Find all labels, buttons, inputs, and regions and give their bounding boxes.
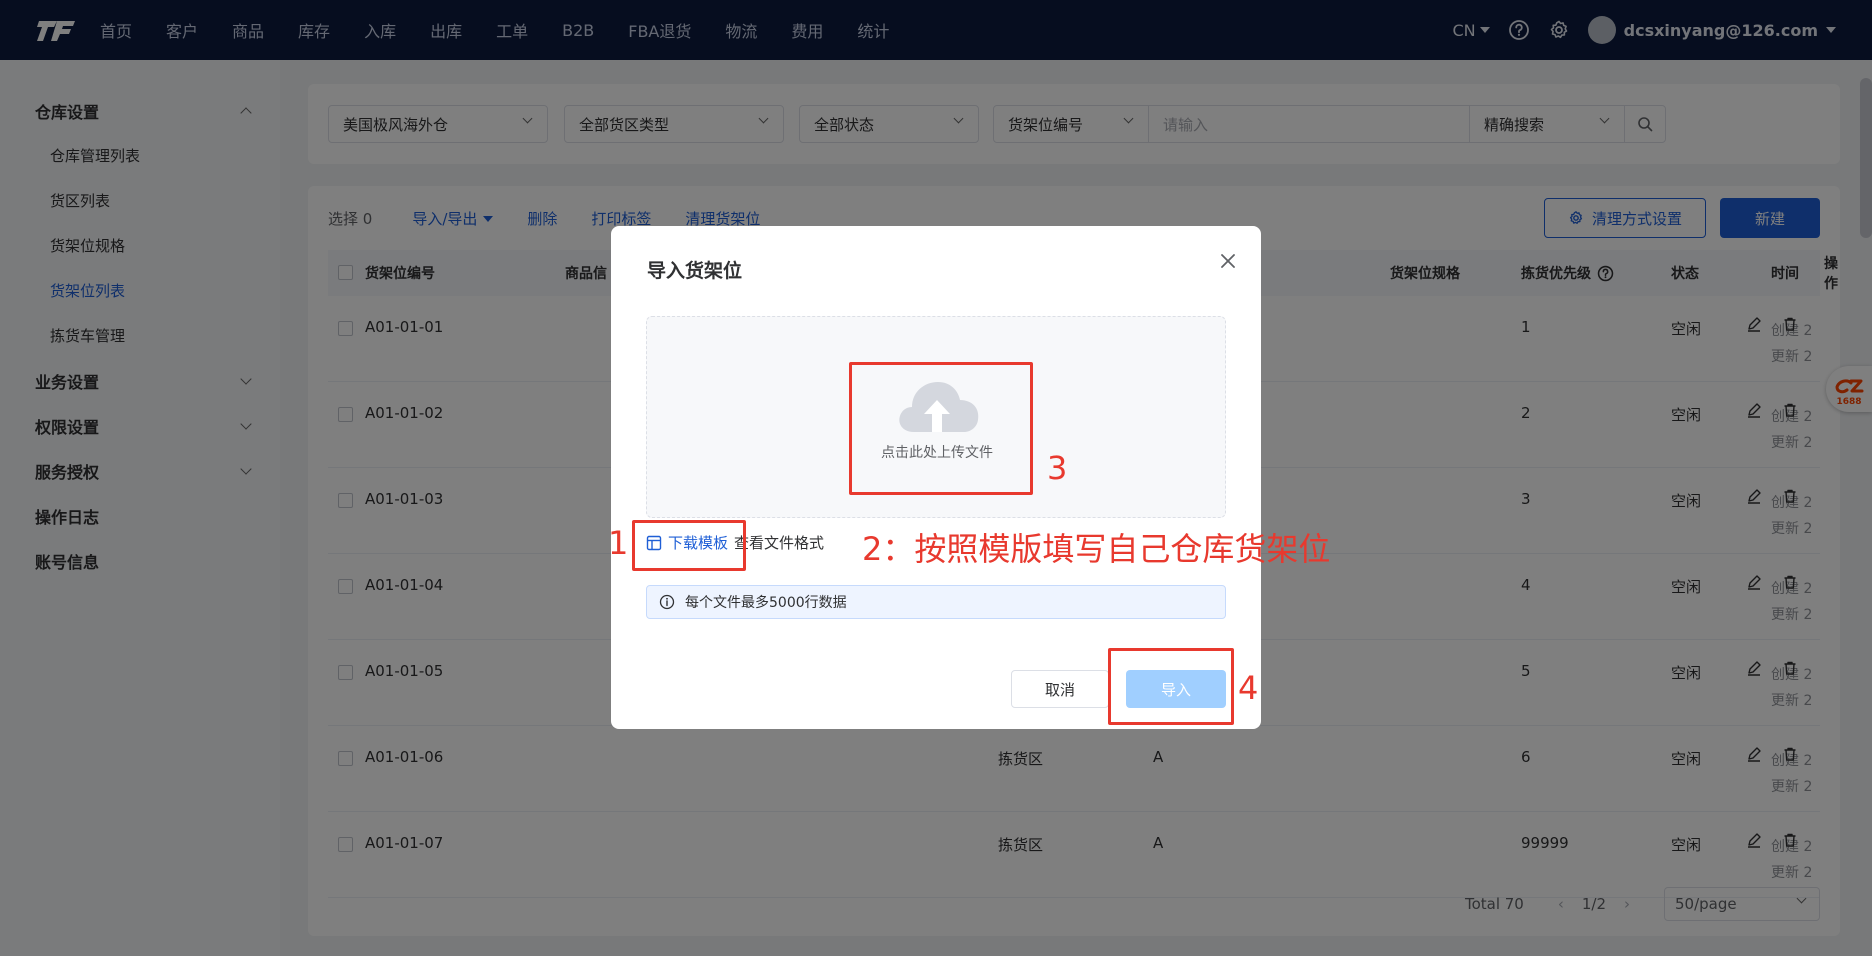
annotation-box-import — [1108, 648, 1234, 725]
annotation-step-4: 4 — [1238, 669, 1259, 707]
annotation-step-2: 2：按照模版填写自己仓库货架位 — [862, 530, 1331, 568]
info-icon — [659, 594, 675, 610]
info-alert: 每个文件最多5000行数据 — [646, 585, 1226, 619]
info-alert-text: 每个文件最多5000行数据 — [685, 595, 847, 611]
annotation-box-template — [632, 520, 746, 571]
modal-title: 导入货架位 — [647, 260, 743, 282]
annotation-step-3: 3 — [1047, 449, 1068, 487]
annotation-box-upload — [849, 362, 1033, 495]
cancel-button[interactable]: 取消 — [1011, 670, 1109, 708]
annotation-step-1: 1 — [608, 524, 629, 562]
view-format-link[interactable]: 查看文件格式 — [734, 532, 824, 553]
close-icon[interactable] — [1219, 252, 1237, 270]
